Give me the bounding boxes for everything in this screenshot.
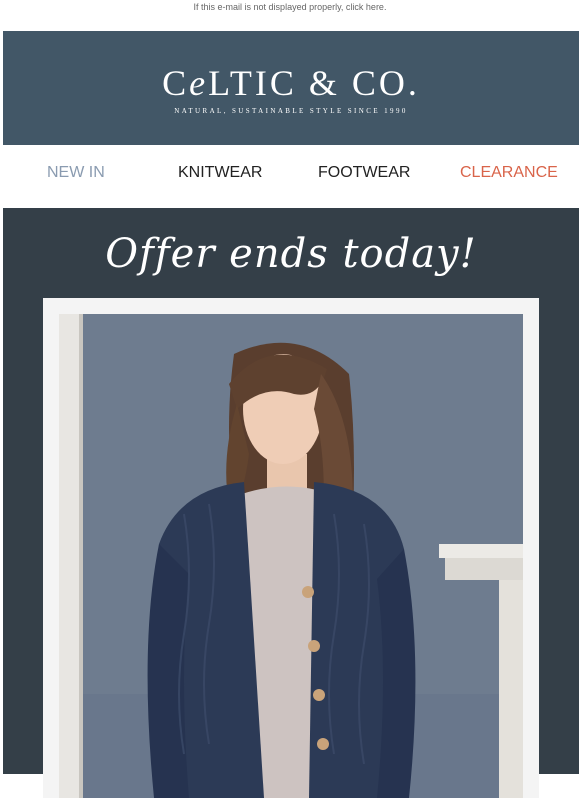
photo-illustration (59, 314, 523, 798)
view-in-browser-link[interactable]: If this e-mail is not displayed properly… (194, 2, 387, 12)
logo-letter-e: e (189, 63, 209, 103)
nav-item-clearance[interactable]: CLEARANCE (460, 163, 558, 183)
brand-header: CeLTIC & CO. NATURAL, SUSTAINABLE STYLE … (3, 31, 579, 145)
nav-item-new-in[interactable]: NEW IN (47, 163, 105, 183)
hero-section: Offer ends today! (3, 208, 579, 798)
nav-item-footwear[interactable]: FOOTWEAR (318, 163, 410, 183)
brand-tagline: NATURAL, SUSTAINABLE STYLE SINCE 1990 (174, 107, 408, 115)
brand-logo[interactable]: CeLTIC & CO. (3, 61, 579, 105)
hero-headline: Offer ends today! (105, 231, 477, 277)
main-nav: NEW IN KNITWEAR FOOTWEAR CLEARANCE (3, 146, 579, 202)
hero-product-photo[interactable] (59, 314, 523, 798)
logo-letter-c: C (162, 63, 190, 103)
logo-rest: LTIC & CO. (208, 63, 420, 103)
hero-image-frame (43, 298, 539, 798)
preheader: If this e-mail is not displayed properly… (0, 0, 580, 18)
nav-item-knitwear[interactable]: KNITWEAR (178, 163, 262, 183)
